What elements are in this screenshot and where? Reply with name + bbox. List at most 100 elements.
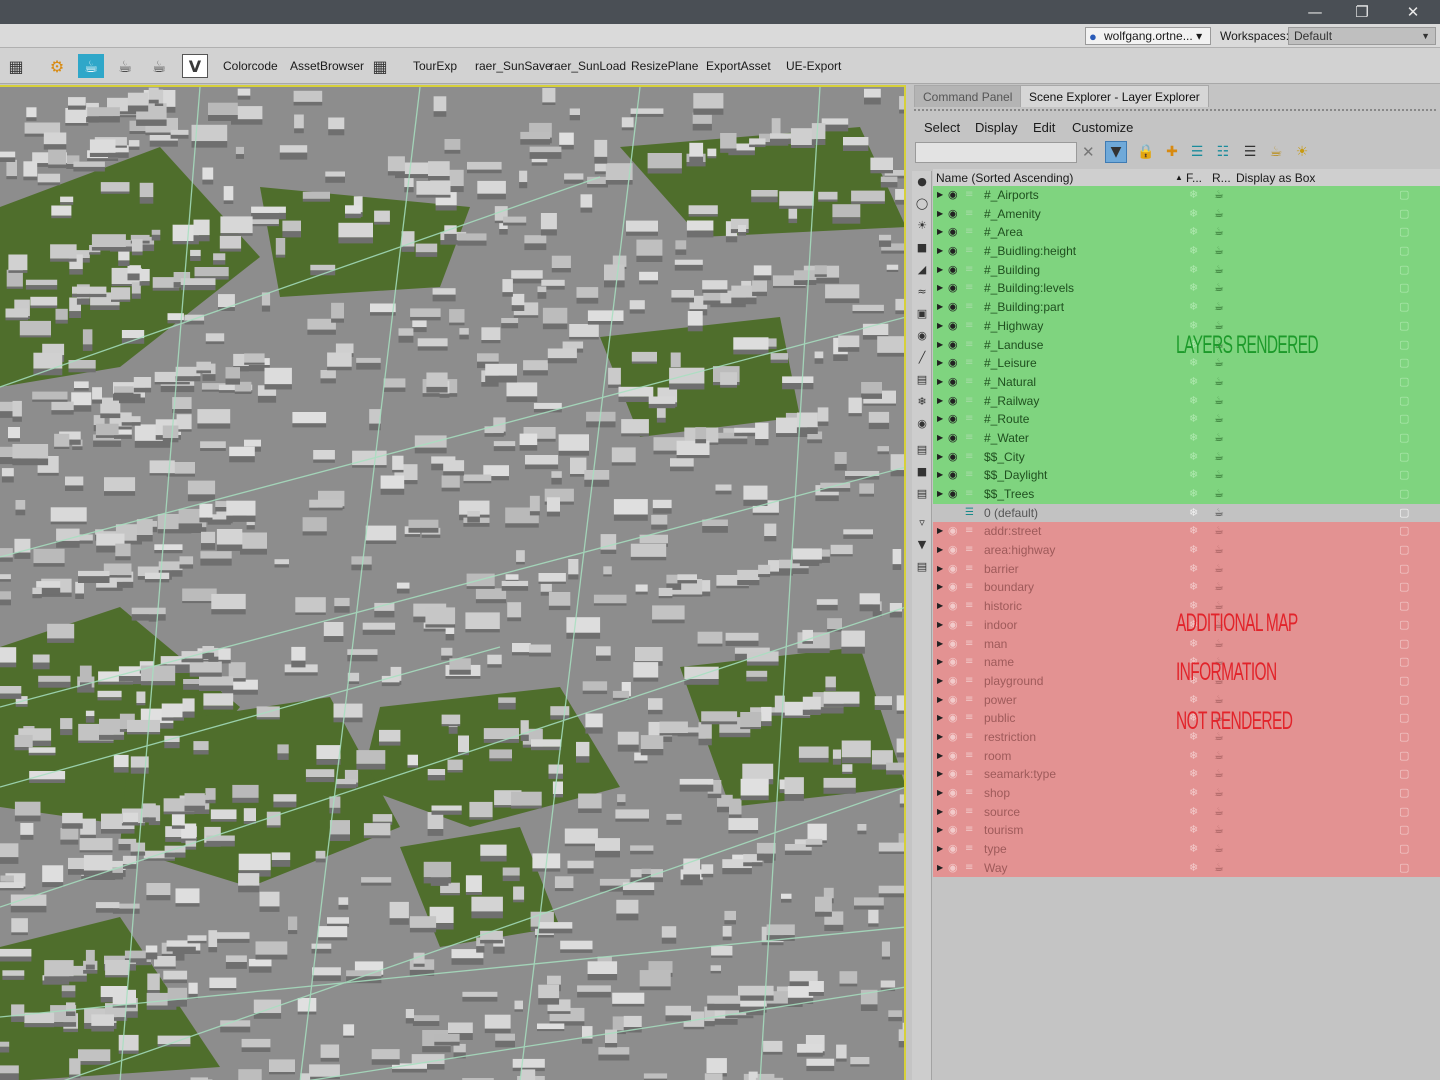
freeze-icon[interactable]: ❄ bbox=[1189, 261, 1198, 280]
freeze-icon[interactable]: ❄ bbox=[1189, 373, 1198, 392]
close-icon[interactable]: ✕ bbox=[1388, 0, 1438, 24]
display-box-icon[interactable]: ▢ bbox=[1399, 597, 1409, 616]
column-name[interactable]: Name (Sorted Ascending) bbox=[936, 171, 1073, 185]
display-box-icon[interactable]: ▢ bbox=[1399, 859, 1409, 878]
freeze-icon[interactable]: ❄ bbox=[1189, 821, 1198, 840]
freeze-icon[interactable]: ❄ bbox=[1189, 784, 1198, 803]
expand-arrow-icon[interactable]: ▶ bbox=[937, 485, 943, 504]
layer-row[interactable]: ▶ ◉ ≡ ❄ ☕ ▢ #_Area bbox=[933, 223, 1440, 243]
scene-explorer-icon[interactable]: ▦ bbox=[3, 54, 29, 78]
render-teapot-icon[interactable]: ☕ bbox=[1214, 298, 1224, 317]
eye-icon[interactable]: ◉ bbox=[948, 821, 958, 840]
search-input[interactable] bbox=[915, 142, 1077, 163]
display-box-icon[interactable]: ▢ bbox=[1399, 578, 1409, 597]
eye-icon[interactable]: ◉ bbox=[948, 298, 958, 317]
expand-arrow-icon[interactable]: ▶ bbox=[937, 840, 943, 859]
freeze-icon[interactable]: ❄ bbox=[1189, 840, 1198, 859]
expand-arrow-icon[interactable]: ▶ bbox=[937, 784, 943, 803]
toolbar-ue-export[interactable]: UE-Export bbox=[786, 59, 841, 73]
render-teapot-icon[interactable]: ☕ bbox=[1214, 448, 1224, 467]
render-teapot-icon[interactable]: ☕ bbox=[1214, 373, 1224, 392]
layer-row[interactable]: ▶ ◉ ≡ ❄ ☕ ▢ #_Airports bbox=[933, 186, 1440, 205]
eye-icon[interactable]: ◉ bbox=[948, 223, 958, 242]
display-box-icon[interactable]: ▢ bbox=[1399, 242, 1409, 261]
eye-icon[interactable]: ◉ bbox=[948, 691, 958, 710]
expand-arrow-icon[interactable]: ▶ bbox=[937, 672, 943, 691]
eye-icon[interactable]: ◉ bbox=[948, 242, 958, 261]
layer-row[interactable]: ▶ ◉ ≡ ❄ ☕ ▢ shop bbox=[933, 784, 1440, 803]
render-teapot-icon[interactable]: ☕ bbox=[1214, 466, 1224, 485]
list-filter-icon[interactable]: ▤ bbox=[915, 487, 929, 501]
layer-row[interactable]: ▶ ◉ ≡ ❄ ☕ ▢ source bbox=[933, 802, 1440, 822]
expand-arrow-icon[interactable]: ▶ bbox=[937, 448, 943, 467]
freeze-icon[interactable]: ❄ bbox=[1189, 541, 1198, 560]
lights-filter-icon[interactable]: ☀ bbox=[915, 219, 929, 233]
eye-icon[interactable]: ◉ bbox=[948, 765, 958, 784]
render-teapot-icon[interactable]: ☕ bbox=[1214, 504, 1224, 523]
layer-row[interactable]: ▶ ◉ ≡ ❄ ☕ ▢ #_Amenity bbox=[933, 204, 1440, 224]
toolbar-sunload[interactable]: raer_SunLoad bbox=[550, 59, 626, 73]
menu-edit[interactable]: Edit bbox=[1033, 120, 1055, 135]
eye-icon[interactable]: ◉ bbox=[948, 560, 958, 579]
freeze-icon[interactable]: ❄ bbox=[1189, 504, 1198, 523]
expand-arrow-icon[interactable]: ▶ bbox=[937, 410, 943, 429]
eye-icon[interactable]: ◉ bbox=[948, 728, 958, 747]
expand-arrow-icon[interactable]: ▶ bbox=[937, 859, 943, 878]
expand-arrow-icon[interactable]: ▶ bbox=[937, 392, 943, 411]
render-teapot-icon[interactable]: ☕ bbox=[1214, 541, 1224, 560]
display-box-icon[interactable]: ▢ bbox=[1399, 410, 1409, 429]
freeze-icon[interactable]: ❄ bbox=[1189, 560, 1198, 579]
display-box-icon[interactable]: ▢ bbox=[1399, 298, 1409, 317]
freeze-icon[interactable]: ❄ bbox=[1189, 859, 1198, 878]
expand-arrow-icon[interactable]: ▶ bbox=[937, 336, 943, 355]
toolbar-colorcode[interactable]: Colorcode bbox=[223, 59, 278, 73]
eye-icon[interactable]: ◉ bbox=[948, 597, 958, 616]
display-box-icon[interactable]: ▢ bbox=[1399, 616, 1409, 635]
display-box-icon[interactable]: ▢ bbox=[1399, 560, 1409, 579]
freeze-icon[interactable]: ❄ bbox=[1189, 747, 1198, 766]
expand-arrow-icon[interactable]: ▶ bbox=[937, 186, 943, 205]
freeze-icon[interactable]: ❄ bbox=[1189, 578, 1198, 597]
eye-icon[interactable]: ◉ bbox=[948, 354, 958, 373]
render-teapot-icon[interactable]: ☕ bbox=[1214, 242, 1224, 261]
render-teapot-icon[interactable]: ☕ bbox=[1214, 429, 1224, 448]
display-box-icon[interactable]: ▢ bbox=[1399, 354, 1409, 373]
layer-settings-icon[interactable]: ☀ bbox=[1291, 141, 1313, 163]
display-box-icon[interactable]: ▢ bbox=[1399, 691, 1409, 710]
user-account-dropdown[interactable]: ● wolfgang.ortne... ▾ bbox=[1085, 27, 1211, 45]
display-box-icon[interactable]: ▢ bbox=[1399, 765, 1409, 784]
eye-icon[interactable]: ◉ bbox=[948, 784, 958, 803]
freeze-icon[interactable]: ❄ bbox=[1189, 205, 1198, 224]
expand-arrow-icon[interactable]: ▶ bbox=[937, 317, 943, 336]
layer-row-default[interactable]: ☰ ❄ ☕ ▢ 0 (default) bbox=[933, 503, 1440, 523]
display-box-icon[interactable]: ▢ bbox=[1399, 261, 1409, 280]
tab-scene-explorer[interactable]: Scene Explorer - Layer Explorer bbox=[1020, 85, 1209, 107]
render-teapot-icon[interactable]: ☕ bbox=[1214, 803, 1224, 822]
expand-arrow-icon[interactable]: ▶ bbox=[937, 429, 943, 448]
eye-icon[interactable]: ◉ bbox=[948, 578, 958, 597]
visibility-filter-icon[interactable]: ◉ bbox=[915, 417, 929, 431]
display-box-icon[interactable]: ▢ bbox=[1399, 223, 1409, 242]
layer-row[interactable]: ▶ ◉ ≡ ❄ ☕ ▢ #_Water bbox=[933, 428, 1440, 448]
eye-icon[interactable]: ◉ bbox=[948, 840, 958, 859]
expand-arrow-icon[interactable]: ▶ bbox=[937, 616, 943, 635]
expand-arrow-icon[interactable]: ▶ bbox=[937, 821, 943, 840]
layer-row[interactable]: ▶ ◉ ≡ ❄ ☕ ▢ $$_Daylight bbox=[933, 466, 1440, 485]
render-teapot-icon[interactable]: ☕ bbox=[1214, 186, 1224, 205]
render-teapot-icon[interactable]: ☕ bbox=[1214, 279, 1224, 298]
toolbar-exportasset[interactable]: ExportAsset bbox=[706, 59, 771, 73]
eye-icon[interactable]: ◉ bbox=[948, 859, 958, 878]
eye-icon[interactable]: ◉ bbox=[948, 541, 958, 560]
eye-icon[interactable]: ◉ bbox=[948, 635, 958, 654]
filter-icon[interactable]: ▼ bbox=[1105, 141, 1127, 163]
expand-arrow-icon[interactable]: ▶ bbox=[937, 691, 943, 710]
render-teapot-icon[interactable]: ☕ bbox=[1214, 784, 1224, 803]
rendered-frame-icon[interactable]: ☕ bbox=[78, 54, 104, 78]
display-box-icon[interactable]: ▢ bbox=[1399, 635, 1409, 654]
freeze-icon[interactable]: ❄ bbox=[1189, 448, 1198, 467]
freeze-icon[interactable]: ❄ bbox=[1189, 429, 1198, 448]
eye-icon[interactable]: ◉ bbox=[948, 485, 958, 504]
expand-arrow-icon[interactable]: ▶ bbox=[937, 261, 943, 280]
render-teapot-icon[interactable]: ☕ bbox=[1214, 392, 1224, 411]
layer-row[interactable]: ▶ ◉ ≡ ❄ ☕ ▢ type bbox=[933, 840, 1440, 859]
